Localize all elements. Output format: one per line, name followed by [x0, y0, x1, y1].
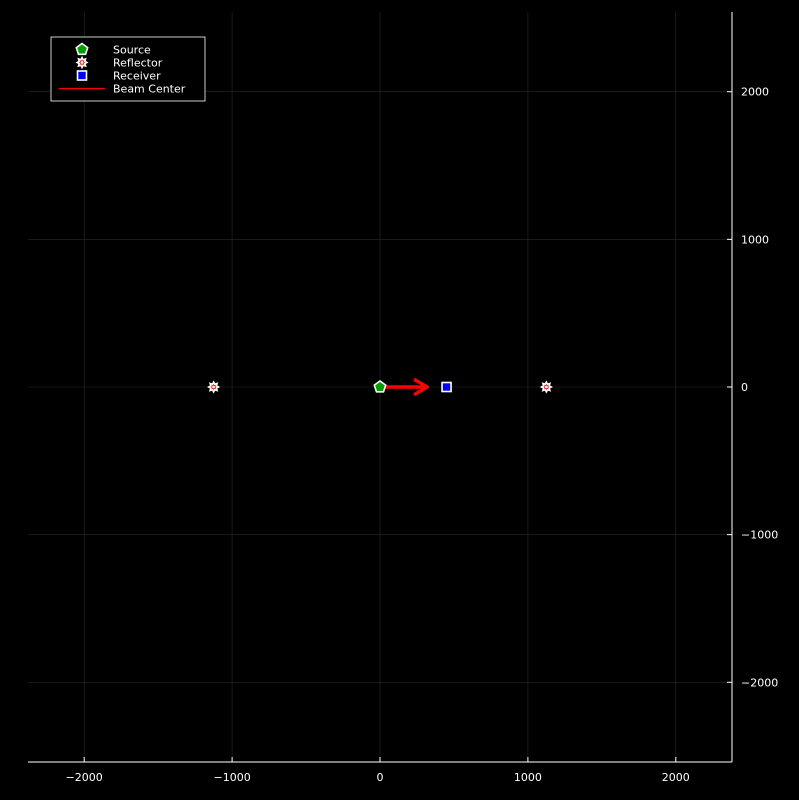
- y-tick-label: −1000: [741, 529, 778, 542]
- star-center: [80, 61, 84, 64]
- y-tick-label: 2000: [741, 86, 769, 99]
- star-center: [544, 385, 548, 389]
- legend-swatch-reflector: [75, 55, 89, 70]
- y-tick-label: −2000: [741, 676, 778, 689]
- scatter-chart: −2000 −1000 0 1000 2000 −2000 −1000 0 1000 2000 S…: [0, 0, 799, 800]
- legend-label-reflector: Reflector: [113, 57, 163, 70]
- x-tick-label: −1000: [213, 771, 250, 784]
- data-point-reflector: [539, 380, 554, 394]
- x-tick-label: 2000: [662, 771, 690, 784]
- star-center: [212, 385, 216, 389]
- x-tick-label: 0: [377, 771, 384, 784]
- y-tick-label: 1000: [741, 233, 769, 246]
- data-point-receiver: [441, 381, 452, 393]
- chart-background: [0, 0, 799, 800]
- legend-label-receiver: Receiver: [113, 70, 161, 83]
- y-tick-label: 0: [741, 381, 748, 394]
- legend-swatch-receiver: [76, 70, 88, 81]
- legend-label-beam-center: Beam Center: [113, 83, 186, 96]
- x-tick-label: 1000: [514, 771, 542, 784]
- legend: SourceReflectorReceiverBeam Center: [50, 36, 206, 102]
- legend-label-source: Source: [113, 44, 151, 57]
- x-tick-label: −2000: [66, 771, 103, 784]
- data-point-reflector: [206, 380, 221, 394]
